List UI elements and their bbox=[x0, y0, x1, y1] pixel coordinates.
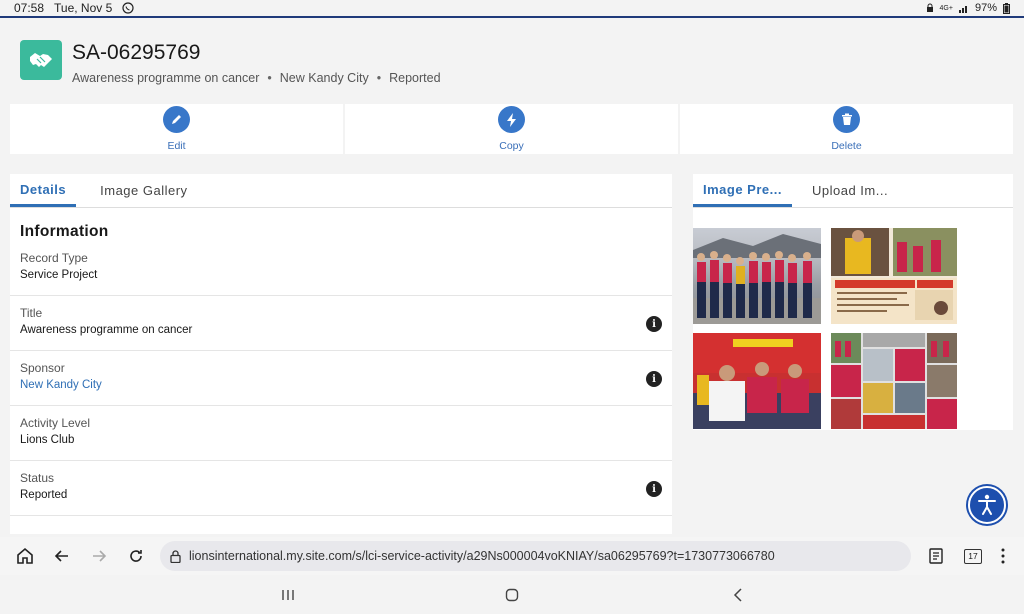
home-circle-icon bbox=[505, 588, 519, 602]
trash-icon bbox=[833, 106, 860, 133]
field-value: Service Project bbox=[20, 269, 98, 281]
home-nav-button[interactable] bbox=[502, 585, 522, 605]
lock-icon bbox=[170, 549, 181, 563]
home-icon bbox=[17, 547, 33, 564]
edit-label: Edit bbox=[167, 140, 186, 152]
copy-button[interactable]: Copy bbox=[345, 104, 678, 154]
reader-mode-button[interactable] bbox=[919, 541, 953, 571]
reader-icon bbox=[929, 548, 943, 564]
record-id-title: SA-06295769 bbox=[72, 41, 201, 64]
gallery-photo[interactable] bbox=[693, 228, 821, 324]
more-vertical-icon bbox=[1001, 548, 1005, 564]
reload-button[interactable] bbox=[119, 541, 153, 571]
tab-details[interactable]: Details bbox=[10, 174, 77, 207]
menu-button[interactable] bbox=[993, 541, 1013, 571]
battery-icon bbox=[1003, 2, 1010, 14]
accessibility-button[interactable] bbox=[968, 486, 1006, 524]
image-gallery-grid bbox=[693, 208, 1013, 430]
url-text: lionsinternational.my.site.com/s/lci-ser… bbox=[189, 549, 775, 563]
separator-dot: • bbox=[376, 71, 382, 85]
delete-button[interactable]: Delete bbox=[680, 104, 1013, 154]
sponsor-link[interactable]: New Kandy City bbox=[20, 379, 662, 391]
arrow-right-icon bbox=[93, 550, 107, 562]
tab-count: 17 bbox=[964, 548, 982, 564]
field-label: Title bbox=[20, 306, 43, 320]
field-value: Reported bbox=[20, 489, 68, 501]
action-bar: Edit Copy Delete bbox=[10, 104, 1013, 154]
home-button[interactable] bbox=[8, 541, 42, 571]
record-meta-sponsor: New Kandy City bbox=[279, 71, 369, 85]
field-status: Status Reported i bbox=[10, 461, 672, 516]
browser-toolbar: lionsinternational.my.site.com/s/lci-ser… bbox=[0, 537, 1024, 575]
image-tabs: Image Pre... Upload Im... bbox=[693, 174, 1013, 208]
tab-upload-image[interactable]: Upload Im... bbox=[802, 174, 898, 207]
info-icon[interactable]: i bbox=[646, 481, 662, 497]
tabs-button[interactable]: 17 bbox=[956, 541, 990, 571]
info-icon[interactable]: i bbox=[646, 316, 662, 332]
separator-dot: • bbox=[267, 71, 272, 85]
copy-label: Copy bbox=[499, 140, 524, 152]
recents-button[interactable] bbox=[278, 585, 298, 605]
field-value: Lions Club bbox=[20, 434, 75, 446]
field-sponsor: Sponsor New Kandy City i bbox=[10, 351, 672, 406]
handshake-icon bbox=[20, 40, 62, 80]
record-meta: Awareness programme on cancer • New Kand… bbox=[72, 71, 441, 85]
details-tabs: Details Image Gallery bbox=[10, 174, 672, 208]
battery-level: 97% bbox=[974, 2, 997, 14]
signal-icon bbox=[958, 5, 967, 13]
reload-icon bbox=[130, 550, 142, 562]
tab-image-gallery[interactable]: Image Gallery bbox=[90, 174, 197, 207]
forward-button[interactable] bbox=[82, 541, 116, 571]
delete-label: Delete bbox=[831, 140, 862, 152]
back-button[interactable] bbox=[45, 541, 79, 571]
whatsapp-icon bbox=[122, 2, 134, 14]
edit-button[interactable]: Edit bbox=[10, 104, 343, 154]
image-preview-card: Image Pre... Upload Im... bbox=[693, 174, 1013, 430]
clock: 07:58 bbox=[14, 1, 45, 15]
date: Tue, Nov 5 bbox=[54, 1, 113, 15]
lock-icon bbox=[926, 3, 933, 12]
field-label: Activity Level bbox=[20, 416, 91, 430]
tab-image-preview[interactable]: Image Pre... bbox=[693, 174, 792, 207]
network-type: 4G+ bbox=[939, 4, 953, 12]
device-status-bar: 07:58 Tue, Nov 5 4G+ 97% bbox=[0, 0, 1024, 18]
field-label: Sponsor bbox=[20, 361, 65, 375]
gallery-photo[interactable] bbox=[831, 228, 957, 324]
gallery-photo[interactable] bbox=[693, 333, 821, 429]
field-label: Record Type bbox=[20, 251, 88, 265]
field-record-type: Record Type Service Project bbox=[10, 241, 672, 296]
back-nav-button[interactable] bbox=[728, 585, 748, 605]
record-meta-status: Reported bbox=[389, 71, 441, 85]
address-bar[interactable]: lionsinternational.my.site.com/s/lci-ser… bbox=[160, 541, 911, 571]
section-title: Information bbox=[20, 223, 109, 240]
recents-icon bbox=[282, 590, 294, 600]
record-meta-title: Awareness programme on cancer bbox=[72, 71, 260, 85]
gallery-photo[interactable] bbox=[831, 333, 957, 429]
pencil-icon bbox=[163, 106, 190, 133]
record-header: SA-06295769 Awareness programme on cance… bbox=[0, 20, 1024, 102]
field-title: Title Awareness programme on cancer i bbox=[10, 296, 672, 351]
accessibility-icon bbox=[978, 494, 996, 515]
system-nav-bar bbox=[0, 575, 1024, 614]
field-value: Awareness programme on cancer bbox=[20, 324, 193, 336]
arrow-left-icon bbox=[54, 550, 68, 562]
details-card: Details Image Gallery Information Record… bbox=[10, 174, 672, 534]
info-icon[interactable]: i bbox=[646, 371, 662, 387]
lightning-icon bbox=[498, 106, 525, 133]
field-label: Status bbox=[20, 471, 55, 485]
field-activity-level: Activity Level Lions Club bbox=[10, 406, 672, 461]
chevron-left-icon bbox=[733, 588, 742, 602]
